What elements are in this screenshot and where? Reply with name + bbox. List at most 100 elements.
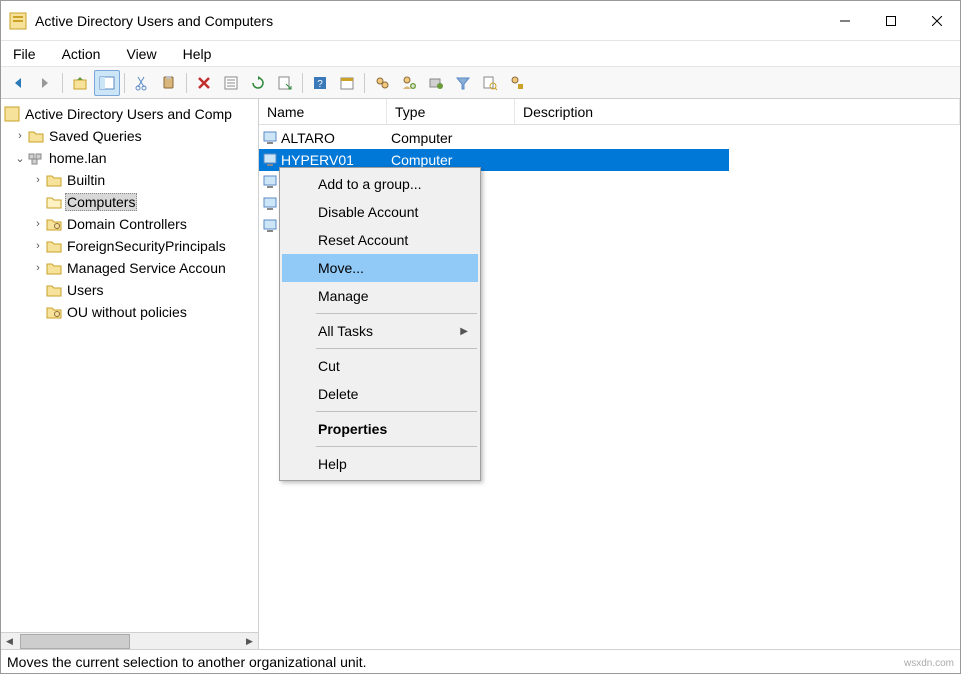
- properties-button[interactable]: [218, 70, 244, 96]
- computer-icon: [259, 131, 279, 145]
- delete-button[interactable]: [191, 70, 217, 96]
- column-description[interactable]: Description: [515, 99, 960, 124]
- folder-icon: [45, 172, 63, 188]
- tree-view[interactable]: Active Directory Users and Comp › Saved …: [1, 99, 258, 632]
- folder-icon: [45, 282, 63, 298]
- list-cell-type: Computer: [383, 130, 511, 146]
- ctx-item-label: Move...: [318, 260, 364, 276]
- tree-item-label: Managed Service Accoun: [65, 260, 228, 276]
- twisty-icon[interactable]: ›: [31, 174, 45, 186]
- tree-item-label: Computers: [65, 193, 137, 211]
- close-button[interactable]: [914, 1, 960, 40]
- refresh-button[interactable]: [245, 70, 271, 96]
- ctx-separator: [316, 446, 477, 447]
- window-controls: [822, 1, 960, 40]
- ctx-delete[interactable]: Delete: [282, 380, 478, 408]
- computer-icon: [259, 197, 279, 211]
- submenu-arrow-icon: ▶: [460, 326, 468, 337]
- watermark: wsxdn.com: [904, 658, 954, 669]
- titlebar: Active Directory Users and Computers: [1, 1, 960, 41]
- tree-item-msa[interactable]: › Managed Service Accoun: [1, 257, 258, 279]
- statusbar: Moves the current selection to another o…: [1, 649, 960, 673]
- toolbar: ?: [1, 67, 960, 99]
- tree-item-computers[interactable]: Computers: [1, 191, 258, 213]
- menubar: File Action View Help: [1, 41, 960, 67]
- ctx-separator: [316, 348, 477, 349]
- tree-item-label: Saved Queries: [47, 128, 144, 144]
- tree-saved-queries[interactable]: › Saved Queries: [1, 125, 258, 147]
- window-title: Active Directory Users and Computers: [35, 13, 822, 29]
- ctx-separator: [316, 313, 477, 314]
- ctx-move[interactable]: Move...: [282, 254, 478, 282]
- menu-help[interactable]: Help: [179, 44, 216, 64]
- tree-item-label: Builtin: [65, 172, 107, 188]
- ctx-item-label: Help: [318, 456, 347, 472]
- context-menu[interactable]: Add to a group... Disable Account Reset …: [279, 167, 481, 481]
- ctx-item-label: Delete: [318, 386, 358, 402]
- folder-icon: [27, 128, 45, 144]
- forward-button[interactable]: [32, 70, 58, 96]
- ctx-cut[interactable]: Cut: [282, 352, 478, 380]
- ctx-disable-account[interactable]: Disable Account: [282, 198, 478, 226]
- add-user-button[interactable]: [396, 70, 422, 96]
- export-list-button[interactable]: [272, 70, 298, 96]
- tree-item-domain-controllers[interactable]: › Domain Controllers: [1, 213, 258, 235]
- computer-icon: [259, 219, 279, 233]
- toolbar-separator: [124, 73, 125, 93]
- svg-text:?: ?: [317, 79, 323, 90]
- search-button[interactable]: [477, 70, 503, 96]
- ctx-properties[interactable]: Properties: [282, 415, 478, 443]
- twisty-expanded-icon[interactable]: ⌄: [13, 152, 27, 165]
- menu-action[interactable]: Action: [58, 44, 105, 64]
- help-button[interactable]: ?: [307, 70, 333, 96]
- tree-item-label: Domain Controllers: [65, 216, 189, 232]
- scroll-right-icon[interactable]: ▶: [241, 633, 258, 650]
- tree-item-label: OU without policies: [65, 304, 189, 320]
- maximize-button[interactable]: [868, 1, 914, 40]
- tree-item-ou-without-policies[interactable]: OU without policies: [1, 301, 258, 323]
- show-hide-tree-button[interactable]: [94, 70, 120, 96]
- tree-item-users[interactable]: Users: [1, 279, 258, 301]
- ctx-reset-account[interactable]: Reset Account: [282, 226, 478, 254]
- calendar-button[interactable]: [334, 70, 360, 96]
- twisty-icon[interactable]: ›: [13, 130, 27, 142]
- list-body[interactable]: ALTARO Computer HYPERV01 Computer: [259, 125, 960, 649]
- list-row[interactable]: ALTARO Computer: [259, 127, 729, 149]
- minimize-button[interactable]: [822, 1, 868, 40]
- ou-icon: [45, 304, 63, 320]
- twisty-icon[interactable]: ›: [31, 218, 45, 230]
- column-name[interactable]: Name: [259, 99, 387, 124]
- twisty-icon[interactable]: ›: [31, 240, 45, 252]
- tree-root[interactable]: Active Directory Users and Comp: [1, 103, 258, 125]
- menu-file[interactable]: File: [9, 44, 40, 64]
- ctx-item-label: Reset Account: [318, 232, 408, 248]
- toolbar-separator: [186, 73, 187, 93]
- up-button[interactable]: [67, 70, 93, 96]
- cut-button[interactable]: [129, 70, 155, 96]
- add-group-button[interactable]: [423, 70, 449, 96]
- tree-horizontal-scrollbar[interactable]: ◀ ▶: [1, 632, 258, 649]
- ctx-item-label: Properties: [318, 421, 387, 437]
- copy-button[interactable]: [156, 70, 182, 96]
- domain-icon: [27, 150, 45, 166]
- ctx-item-label: Cut: [318, 358, 340, 374]
- tree-item-builtin[interactable]: › Builtin: [1, 169, 258, 191]
- scroll-left-icon[interactable]: ◀: [1, 633, 18, 650]
- twisty-icon[interactable]: ›: [31, 262, 45, 274]
- tree-item-fsp[interactable]: › ForeignSecurityPrincipals: [1, 235, 258, 257]
- find-button[interactable]: [369, 70, 395, 96]
- tree-domain[interactable]: ⌄ home.lan: [1, 147, 258, 169]
- ctx-manage[interactable]: Manage: [282, 282, 478, 310]
- tree-item-label: ForeignSecurityPrincipals: [65, 238, 228, 254]
- column-type[interactable]: Type: [387, 99, 515, 124]
- add-to-group-button[interactable]: [504, 70, 530, 96]
- ctx-add-to-group[interactable]: Add to a group...: [282, 170, 478, 198]
- list-cell-name: HYPERV01: [279, 152, 383, 168]
- ctx-all-tasks[interactable]: All Tasks▶: [282, 317, 478, 345]
- back-button[interactable]: [5, 70, 31, 96]
- filter-button[interactable]: [450, 70, 476, 96]
- list-pane: Name Type Description ALTARO Computer HY…: [259, 99, 960, 649]
- scroll-thumb[interactable]: [20, 634, 130, 649]
- ctx-help[interactable]: Help: [282, 450, 478, 478]
- menu-view[interactable]: View: [122, 44, 160, 64]
